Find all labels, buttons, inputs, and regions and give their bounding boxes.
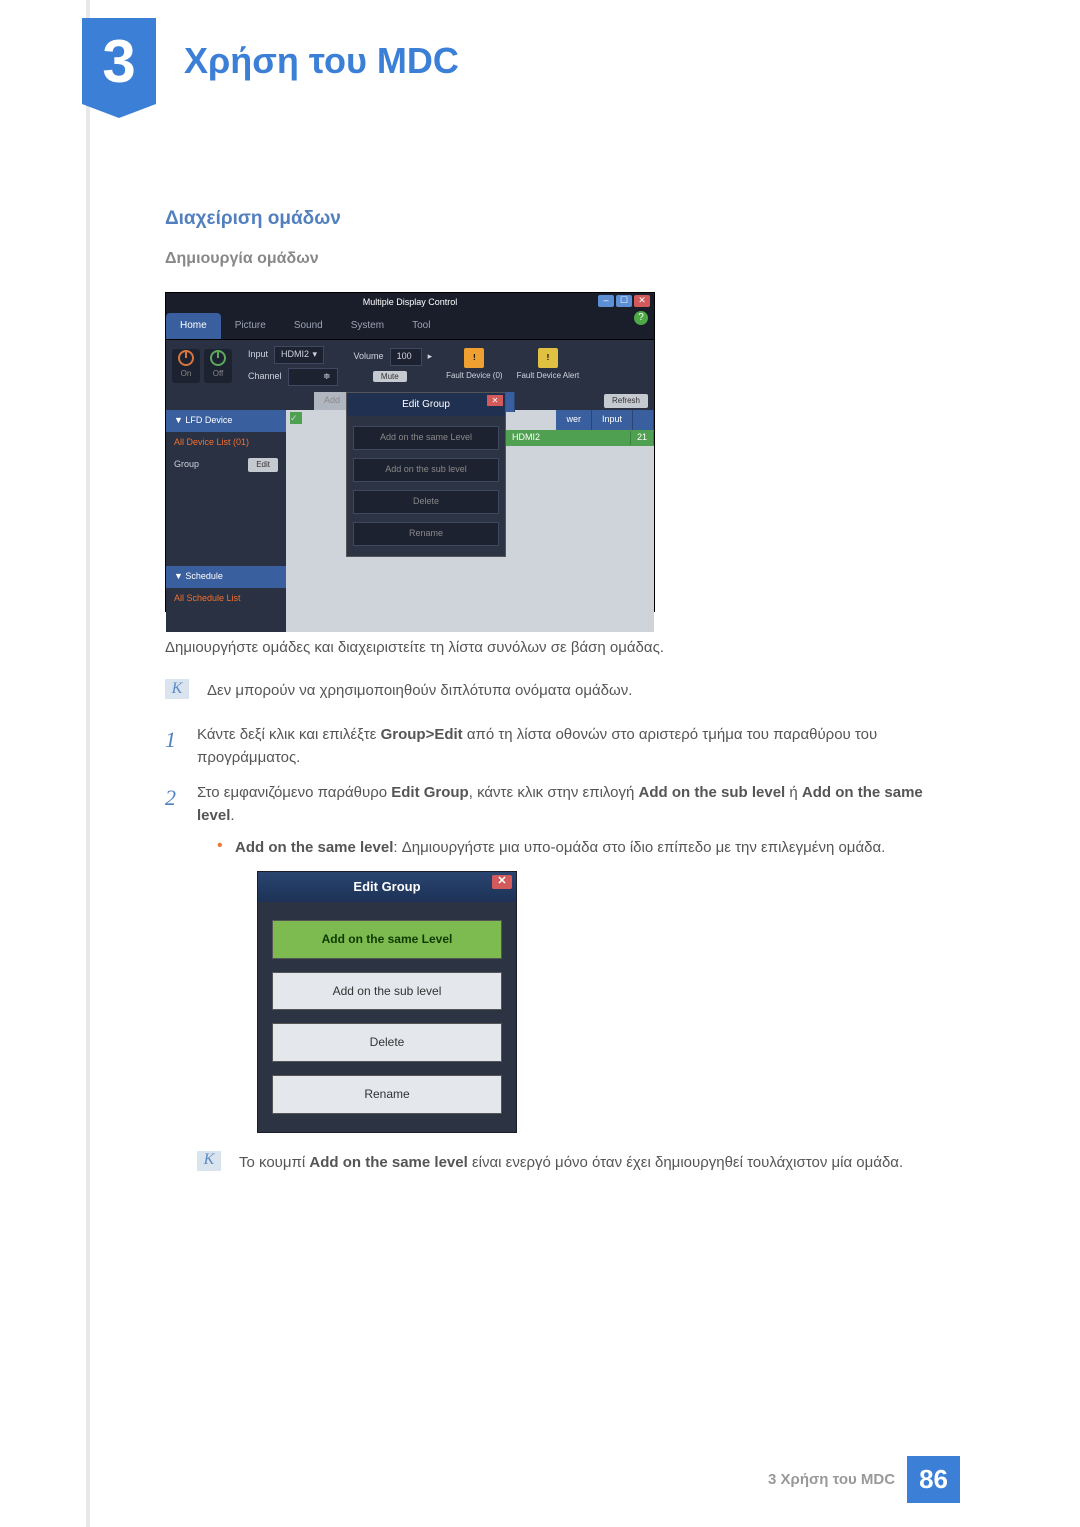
power-off-label: Off (213, 368, 224, 380)
footer-text: 3 Χρήση του MDC (768, 1471, 907, 1488)
step2-text-a: Στο εμφανιζόμενο παράθυρο (197, 784, 391, 801)
cell-input: HDMI2 (506, 431, 631, 445)
delete-button[interactable]: Delete (353, 490, 499, 514)
schedule-header[interactable]: ▼ Schedule (166, 566, 286, 588)
add-sub-bold: Add on the sub level (639, 784, 786, 801)
step2-text-c: , κάντε κλικ στην επιλογή (469, 784, 639, 801)
channel-select[interactable]: ≑ (288, 368, 338, 386)
tab-bar: Home Picture Sound System Tool (166, 313, 654, 340)
col-power: wer (556, 410, 592, 430)
input-label: Input (248, 348, 268, 362)
power-on-button[interactable]: On (172, 349, 200, 383)
page-side-rule (86, 0, 90, 1527)
note-text: Δεν μπορούν να χρησιμοποιηθούν διπλότυπα… (207, 679, 632, 702)
refresh-button[interactable]: Refresh (604, 394, 648, 408)
add-same-level-button[interactable]: Add on the same Level (353, 426, 499, 450)
power-icon (210, 350, 226, 366)
mdc-window: Multiple Display Control – ☐ ✕ ? Home Pi… (165, 292, 655, 612)
dialog-close-button[interactable]: ✕ (492, 875, 512, 889)
fault-device[interactable]: ! Fault Device (0) (446, 348, 502, 382)
chapter-number-badge: 3 (82, 18, 156, 104)
power-icon (178, 350, 194, 366)
lfd-header[interactable]: ▼ LFD Device (166, 410, 286, 432)
tab-sound[interactable]: Sound (280, 313, 337, 339)
close-button[interactable]: ✕ (634, 295, 650, 307)
mute-button[interactable]: Mute (373, 371, 407, 382)
step1-text-a: Κάντε δεξί κλικ και επιλέξτε (197, 726, 381, 743)
bullet-icon: • (217, 836, 235, 859)
column-headers: werInput (556, 410, 654, 430)
bullet-bold: Add on the same level (235, 839, 393, 856)
window-controls: – ☐ ✕ (598, 295, 650, 307)
edit-group-bold: Edit Group (391, 784, 469, 801)
note2-bold: Add on the same level (309, 1154, 467, 1171)
checkbox-icon[interactable]: ✓ (290, 412, 302, 424)
cell-value: 21 (631, 431, 654, 445)
bullet-text: : Δημιουργήστε μια υπο-ομάδα στο ίδιο επ… (393, 839, 885, 856)
popup-title: Edit Group ✕ (347, 393, 505, 417)
group-label: Group (174, 458, 199, 472)
main-area: ✓ Add te werInput ● HDMI2 21 Edit Group … (286, 410, 654, 632)
section-heading: Διαχείριση ομάδων (165, 204, 960, 233)
dialog-title: Edit Group ✕ (258, 872, 516, 902)
tab-home[interactable]: Home (166, 313, 221, 339)
add-sub-level-button[interactable]: Add on the sub level (353, 458, 499, 482)
all-schedule-list[interactable]: All Schedule List (166, 588, 286, 610)
window-title-text: Multiple Display Control (363, 297, 458, 307)
edit-group-popup: Edit Group ✕ Add on the same Level Add o… (346, 392, 506, 557)
fault-alert[interactable]: ! Fault Device Alert (517, 348, 580, 382)
toolbar: On Off Input HDMI2▾ Channel ≑ Volume 100 ▸ M… (166, 340, 654, 392)
add-same-level-button[interactable]: Add on the same Level (272, 920, 502, 959)
step-2: 2 Στο εμφανιζόμενο παράθυρο Edit Group, … (165, 781, 960, 1194)
page-footer: 3 Χρήση του MDC 86 (768, 1456, 960, 1503)
all-device-list[interactable]: All Device List (01) (166, 432, 286, 454)
add-sub-level-button[interactable]: Add on the sub level (272, 972, 502, 1011)
note2-a: Το κουμπί (239, 1154, 309, 1171)
step-number: 2 (165, 781, 197, 1194)
paragraph: Δημιουργήστε ομάδες και διαχειριστείτε τ… (165, 636, 960, 659)
step-number: 1 (165, 723, 197, 770)
fault-alert-icon: ! (538, 348, 558, 368)
power-on-label: On (181, 368, 192, 380)
step2-text-g: . (230, 807, 234, 824)
input-select[interactable]: HDMI2▾ (274, 346, 324, 364)
dialog-title-text: Edit Group (353, 879, 420, 894)
add-button[interactable]: Add (314, 392, 350, 410)
col-input: Input (592, 410, 633, 430)
edit-button[interactable]: Edit (248, 458, 278, 472)
popup-close-button[interactable]: ✕ (487, 395, 503, 406)
channel-label: Channel (248, 370, 282, 384)
note-icon: K (197, 1151, 221, 1171)
delete-button[interactable]: Delete (272, 1023, 502, 1062)
window-title: Multiple Display Control – ☐ ✕ (166, 293, 654, 313)
subsection-heading: Δημιουργία ομάδων (165, 247, 960, 272)
sidebar: ▼ LFD Device All Device List (01) Group E… (166, 410, 286, 632)
popup-title-text: Edit Group (402, 399, 450, 410)
rename-button[interactable]: Rename (272, 1075, 502, 1114)
fault-icon: ! (464, 348, 484, 368)
group-edit-bold: Group>Edit (381, 726, 463, 743)
fault-alert-label: Fault Device Alert (517, 370, 580, 382)
volume-value[interactable]: 100 (390, 348, 422, 366)
table-row[interactable]: ● HDMI2 21 (492, 430, 654, 446)
tab-system[interactable]: System (337, 313, 398, 339)
page-number: 86 (907, 1456, 960, 1503)
chapter-header: 3 Χρήση του MDC (0, 0, 1080, 104)
minimize-button[interactable]: – (598, 295, 614, 307)
tab-tool[interactable]: Tool (398, 313, 444, 339)
edit-group-dialog: Edit Group ✕ Add on the same Level Add o… (257, 871, 517, 1133)
maximize-button[interactable]: ☐ (616, 295, 632, 307)
power-off-button[interactable]: Off (204, 349, 232, 383)
note2-c: είναι ενεργό μόνο όταν έχει δημιουργηθεί… (468, 1154, 903, 1171)
rename-button[interactable]: Rename (353, 522, 499, 546)
note-icon: K (165, 679, 189, 699)
fault-label: Fault Device (0) (446, 370, 502, 382)
volume-slider-icon[interactable]: ▸ (428, 350, 433, 364)
step-1: 1 Κάντε δεξί κλικ και επιλέξτε Group>Edi… (165, 723, 960, 770)
volume-label: Volume (354, 350, 384, 364)
chapter-title: Χρήση του MDC (184, 40, 459, 82)
tab-picture[interactable]: Picture (221, 313, 280, 339)
step2-text-e: ή (785, 784, 802, 801)
